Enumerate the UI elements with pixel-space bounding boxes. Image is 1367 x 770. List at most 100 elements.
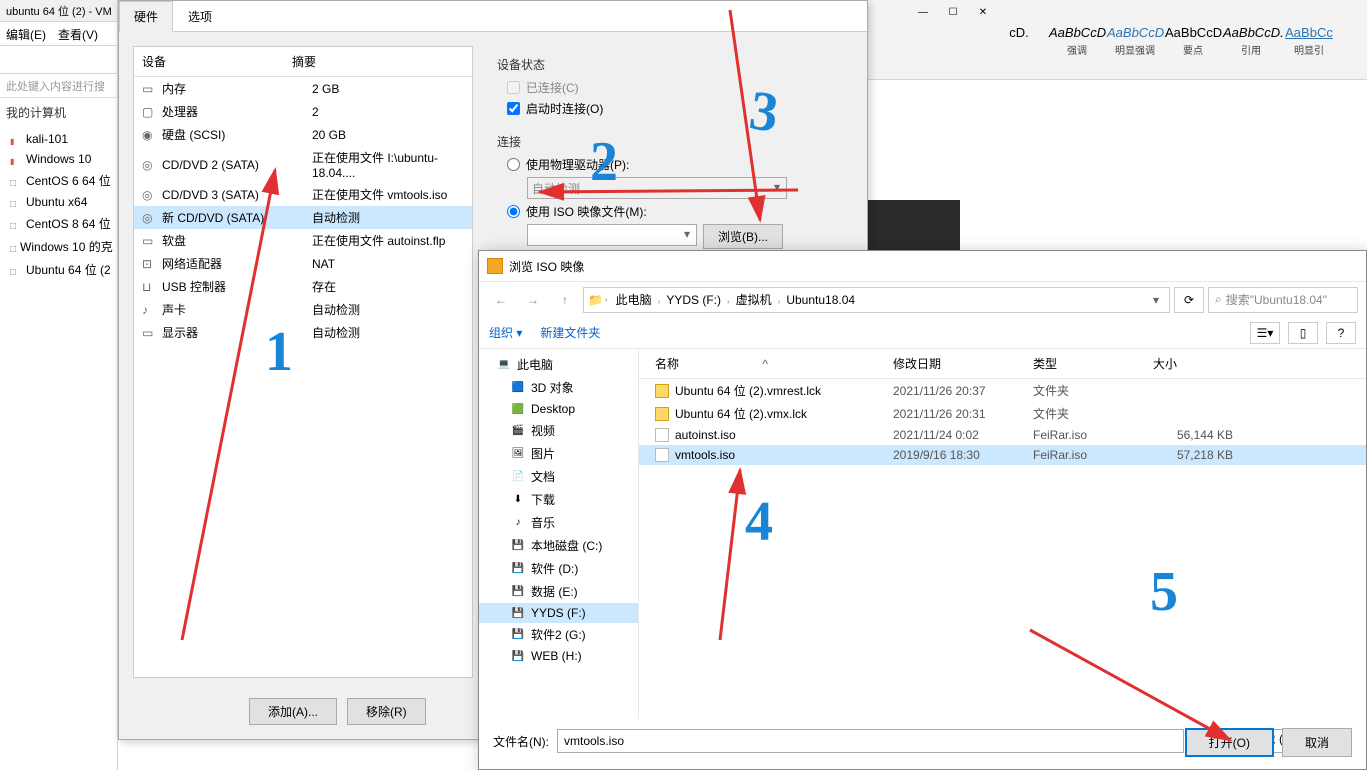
tree-item[interactable]: 💾软件2 (G:) [479,623,638,646]
use-iso-radio[interactable] [507,205,520,218]
col-header-size[interactable]: 大小 [1153,355,1233,372]
col-header-type[interactable]: 类型 [1033,355,1153,372]
vmware-menu-bar: 编辑(E) 查看(V) [0,22,117,46]
vm-item[interactable]: Windows 10 的克 [0,235,117,258]
hardware-row[interactable]: ◎CD/DVD 3 (SATA)正在使用文件 vmtools.iso [134,183,472,206]
vm-item[interactable]: Ubuntu 64 位 (2 [0,258,117,281]
organize-menu[interactable]: 组织 ▾ [489,324,522,341]
tree-item[interactable]: 💾YYDS (F:) [479,603,638,623]
tree-item[interactable]: 🟦3D 对象 [479,376,638,399]
hardware-row[interactable]: ▭内存2 GB [134,77,472,100]
nav-back-button[interactable]: ← [487,287,515,313]
vm-item[interactable]: Windows 10 [0,149,117,169]
vmware-sidebar: ubuntu 64 位 (2) - VM 编辑(E) 查看(V) 此处键入内容进… [0,0,118,770]
add-device-button[interactable]: 添加(A)... [249,698,337,725]
connect-on-start-checkbox[interactable] [507,102,520,115]
tree-item[interactable]: 🟩Desktop [479,399,638,419]
settings-tabs: 硬件 选项 [119,1,867,32]
file-dialog-icon [487,258,503,274]
annotation-4: 4 [745,490,773,554]
style-要点[interactable]: AaBbCcD要点 [1164,22,1222,70]
style-item[interactable]: cD. [990,22,1048,70]
maximize-button[interactable]: ☐ [939,2,967,22]
filename-input[interactable] [557,729,1184,753]
col-header-date[interactable]: 修改日期 [893,355,1033,372]
vm-list: kali-101Windows 10CentOS 6 64 位Ubuntu x6… [0,127,117,283]
hardware-row[interactable]: ▢处理器2 [134,100,472,123]
minimize-button[interactable]: — [909,2,937,22]
file-row[interactable]: autoinst.iso2021/11/24 0:02FeiRar.iso56,… [639,425,1366,445]
view-mode-button[interactable]: ☰▾ [1250,322,1280,344]
tab-hardware[interactable]: 硬件 [119,1,173,32]
file-search-input[interactable]: ⌕ 搜索"Ubuntu18.04" [1208,287,1358,313]
hardware-row[interactable]: ◎新 CD/DVD (SATA)自动检测 [134,206,472,229]
use-physical-radio[interactable] [507,158,520,171]
preview-pane-button[interactable]: ▯ [1288,322,1318,344]
hardware-row[interactable]: ⊔USB 控制器存在 [134,275,472,298]
hardware-row[interactable]: ⊡网络适配器NAT [134,252,472,275]
tree-item[interactable]: 💻此电脑 [479,353,638,376]
file-dialog-title: 浏览 ISO 映像 [509,258,584,275]
style-引用[interactable]: AaBbCcD.引用 [1222,22,1280,70]
help-button[interactable]: ? [1326,322,1356,344]
hw-header-summary: 摘要 [292,53,464,70]
tree-item[interactable]: 🖼图片 [479,442,638,465]
tree-item[interactable]: 💾WEB (H:) [479,646,638,666]
annotation-2: 2 [590,130,618,194]
tree-item[interactable]: 💾数据 (E:) [479,580,638,603]
close-button[interactable]: ✕ [969,2,997,22]
file-dialog-title-bar: 浏览 ISO 映像 [479,251,1366,281]
breadcrumb-item[interactable]: 虚拟机 [730,291,778,309]
menu-view[interactable]: 查看(V) [58,26,98,41]
breadcrumb[interactable]: 📁 › 此电脑›YYDS (F:)›虚拟机›Ubuntu18.04 ▾ [583,287,1170,313]
file-row[interactable]: Ubuntu 64 位 (2).vmx.lck2021/11/26 20:31文… [639,402,1366,425]
tree-item[interactable]: ♪音乐 [479,511,638,534]
file-open-dialog: 浏览 ISO 映像 ← → ↑ 📁 › 此电脑›YYDS (F:)›虚拟机›Ub… [478,250,1367,770]
breadcrumb-item[interactable]: 此电脑 [610,291,658,309]
tree-item[interactable]: ⬇下载 [479,488,638,511]
connected-checkbox [507,81,520,94]
connected-label: 已连接(C) [526,79,579,96]
connection-group-label: 连接 [497,133,843,150]
hardware-row[interactable]: ▭显示器自动检测 [134,321,472,344]
breadcrumb-dropdown[interactable]: ▾ [1147,293,1165,307]
breadcrumb-item[interactable]: Ubuntu18.04 [780,291,861,309]
vm-tree-header: 我的计算机 [0,98,117,127]
remove-device-button[interactable]: 移除(R) [347,698,426,725]
tree-item[interactable]: 💾本地磁盘 (C:) [479,534,638,557]
iso-path-dropdown[interactable] [527,224,697,246]
browse-button[interactable]: 浏览(B)... [703,224,783,249]
col-header-name[interactable]: 名称 ^ [643,355,893,372]
hardware-row[interactable]: ♪声卡自动检测 [134,298,472,321]
tree-item[interactable]: 📄文档 [479,465,638,488]
hardware-row[interactable]: ◎CD/DVD 2 (SATA)正在使用文件 I:\ubuntu-18.04..… [134,146,472,183]
folder-icon: 📁 [588,293,603,307]
new-folder-button[interactable]: 新建文件夹 [540,324,600,341]
vm-item[interactable]: CentOS 6 64 位 [0,169,117,192]
file-row[interactable]: Ubuntu 64 位 (2).vmrest.lck2021/11/26 20:… [639,379,1366,402]
annotation-1: 1 [265,320,293,384]
window-controls: — ☐ ✕ [909,2,997,22]
vmware-search-input[interactable]: 此处键入内容进行搜 [0,74,117,98]
tree-item[interactable]: 🎬视频 [479,419,638,442]
search-icon: ⌕ [1215,292,1222,307]
hardware-list: 设备 摘要 ▭内存2 GB▢处理器2◉硬盘 (SCSI)20 GB◎CD/DVD… [133,46,473,678]
breadcrumb-item[interactable]: YYDS (F:) [660,291,727,309]
style-明显引[interactable]: AaBbCc明显引 [1280,22,1338,70]
cancel-button[interactable]: 取消 [1282,728,1352,757]
vm-item[interactable]: CentOS 8 64 位 [0,212,117,235]
vm-item[interactable]: kali-101 [0,129,117,149]
menu-edit[interactable]: 编辑(E) [6,26,46,41]
refresh-button[interactable]: ⟳ [1174,287,1204,313]
style-强调[interactable]: AaBbCcD强调 [1048,22,1106,70]
hardware-row[interactable]: ▭软盘正在使用文件 autoinst.flp [134,229,472,252]
file-row[interactable]: vmtools.iso2019/9/16 18:30FeiRar.iso57,2… [639,445,1366,465]
open-button[interactable]: 打开(O) [1185,728,1274,757]
vm-item[interactable]: Ubuntu x64 [0,192,117,212]
tree-item[interactable]: 💾软件 (D:) [479,557,638,580]
nav-up-button[interactable]: ↑ [551,287,579,313]
tab-options[interactable]: 选项 [173,1,227,31]
style-明显强调[interactable]: AaBbCcD.明显强调 [1106,22,1164,70]
hardware-row[interactable]: ◉硬盘 (SCSI)20 GB [134,123,472,146]
connect-on-start-label: 启动时连接(O) [526,100,603,117]
